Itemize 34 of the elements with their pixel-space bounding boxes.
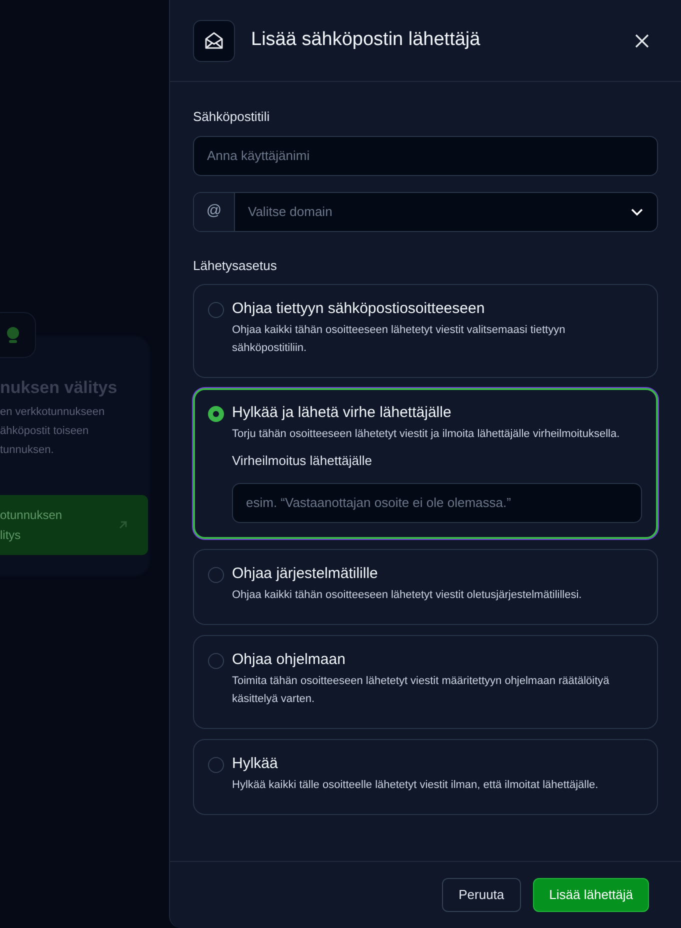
option-description: Torju tähän osoitteeseen lähetetyt viestit ja ilmoita lähettäjälle virheilmoituksella.	[232, 427, 621, 442]
option-title: Hylkää	[232, 754, 279, 774]
option-card[interactable]: Ohjaa järjestelmätilille Ohjaa kaikki tähän osoitteeseen lähetetyt viestit oletusjärjestelmätilillesi.	[193, 548, 658, 624]
radio-button[interactable]	[208, 566, 224, 582]
card-description: en verkkotunnukseen ähköpostit toiseen tunnuksen.	[0, 405, 105, 458]
radio-button[interactable]	[208, 406, 224, 422]
option-card[interactable]: Ohjaa ohjelmaan Toimita tähän osoitteeseen lähetetyt viestit määritettyyn ohjelmaan räätälöityä käsittelyä varten.	[193, 634, 658, 728]
radio-button[interactable]	[208, 652, 224, 668]
radio-button[interactable]	[208, 756, 224, 772]
option-card[interactable]: Hylkää ja lähetä virhe lähettäjälle Torju tähän osoitteeseen lähetetyt viestit ja ilmoita lähettäjälle virheilmoituksella. Virheilmoitus lähettäjälle esim. “Vastaanottajan osoite ei ole olemassa.”	[193, 388, 658, 538]
envelope-icon	[193, 20, 235, 62]
field-label: Sähköpostitili	[193, 108, 271, 126]
option-description: Toimita tähän osoitteeseen lähetetyt viestit määritettyyn ohjelmaan räätälöityä käsittelyä varten.	[232, 674, 610, 706]
option-description: Hylkää kaikki tälle osoitteelle lähetetyt viestit ilman, että ilmoitat lähettäjälle.	[232, 778, 600, 792]
username-field[interactable]: Anna käyttäjänimi	[193, 136, 658, 176]
option-title: Ohjaa järjestelmätilille	[232, 564, 379, 584]
dialog-title: Lisää sähköpostin lähettäjä	[251, 28, 480, 52]
option-card[interactable]: Hylkää Hylkää kaikki tälle osoitteelle lähetetyt viestit ilman, että ilmoitat lähettäjälle.	[193, 738, 658, 814]
domain-select[interactable]: @ Valitse domain	[193, 192, 658, 232]
option-card[interactable]: Ohjaa tiettyyn sähköpostiosoitteeseen Ohjaa kaikki tähän osoitteeseen lähetetyt viestit valitsemaasi tiettyyn sähköpostitiliin.	[193, 284, 658, 378]
error-message-field[interactable]: esim. “Vastaanottajan osoite ei ole olemassa.”	[232, 482, 642, 522]
option-description: Ohjaa kaikki tähän osoitteeseen lähetetyt viestit oletusjärjestelmätilillesi.	[232, 588, 583, 602]
cancel-button[interactable]: Peruuta	[442, 878, 522, 912]
submit-button[interactable]: Lisää lähettäjä	[533, 878, 649, 912]
option-description: Ohjaa kaikki tähän osoitteeseen lähetetyt viestit valitsemaasi tiettyyn sähköpostitiliin.	[232, 323, 566, 356]
option-title: Hylkää ja lähetä virhe lähettäjälle	[232, 403, 452, 423]
radio-button[interactable]	[208, 302, 224, 318]
option-title: Ohjaa tiettyyn sähköpostiosoitteeseen	[232, 299, 486, 319]
arrow-icon	[118, 520, 128, 530]
chevron-down-icon	[631, 208, 643, 216]
option-title: Ohjaa ohjelmaan	[232, 650, 346, 670]
close-icon[interactable]	[635, 34, 649, 48]
field-label: Lähetysasetus	[193, 256, 278, 275]
field-label: Virheilmoitus lähettäjälle	[232, 452, 373, 470]
